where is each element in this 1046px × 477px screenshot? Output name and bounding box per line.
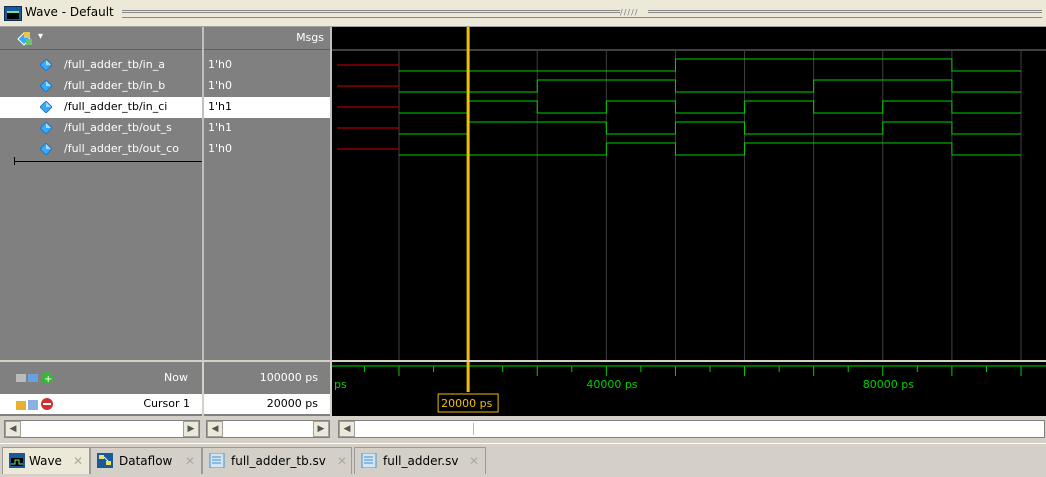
scroll-right-button[interactable]: ▶ [183, 421, 199, 437]
cursor-values-pane: 100000 ps 20000 ps [204, 362, 330, 416]
tab-wave-label: Wave [29, 454, 62, 468]
wave-icon [9, 453, 25, 468]
msgs-column-title: Msgs [296, 31, 324, 44]
signal-trace [399, 79, 1021, 93]
waveform-pane[interactable] [332, 27, 1046, 360]
cursor-status-area: + Now Cursor 1 100000 ps 20000 ps ps 4000… [0, 362, 1046, 416]
names-header: ▾ [0, 27, 202, 50]
window-titlebar[interactable]: Wave - Default ///// [0, 0, 1046, 27]
signal-row[interactable]: /full_adder_tb/out_co [0, 139, 202, 160]
list-end-marker [14, 157, 19, 165]
signal-value-row[interactable]: 1'h1 [204, 97, 330, 118]
signal-diamond-icon [40, 101, 52, 113]
source-file-icon [361, 453, 377, 468]
cursor-1-row[interactable]: Cursor 1 [0, 394, 202, 414]
signal-trace [399, 58, 1021, 72]
signal-diamond-icon [40, 80, 52, 92]
scroll-left-button[interactable]: ◀ [207, 421, 223, 437]
signal-row[interactable]: /full_adder_tb/out_s [0, 118, 202, 139]
signal-value-row[interactable]: 1'h0 [204, 76, 330, 97]
cursor-1-value-row[interactable]: 20000 ps [204, 394, 330, 414]
signal-value: 1'h1 [208, 121, 232, 134]
close-icon[interactable]: ✕ [73, 454, 83, 468]
menu-dropdown-arrow[interactable]: ▾ [38, 31, 43, 42]
signal-name: /full_adder_tb/out_s [64, 121, 172, 134]
ruler-label: ps [334, 378, 347, 391]
close-icon[interactable]: ✕ [469, 454, 479, 468]
title-grip-line [122, 12, 1042, 13]
waveform-header [332, 27, 1046, 49]
signal-name: /full_adder_tb/in_ci [64, 100, 168, 113]
svg-text:+: + [44, 374, 52, 385]
values-header: Msgs [204, 27, 330, 50]
signal-value: 1'h1 [208, 100, 232, 113]
tab-full-adder-sv[interactable]: full_adder.sv ✕ [354, 447, 486, 474]
tab-dataflow[interactable]: Dataflow ✕ [90, 447, 202, 474]
window-title: Wave - Default [25, 5, 114, 19]
signal-row[interactable]: /full_adder_tb/in_a [0, 55, 202, 76]
scrollbar-row: ◀ ▶ ◀ ▶ ◀ [0, 417, 1046, 439]
signal-diamond-icon [40, 59, 52, 71]
signal-names-pane[interactable]: ▾ /full_adder_tb/in_a/full_adder_tb/in_b… [0, 27, 326, 360]
grip-handle-glyph[interactable]: ///// [620, 8, 648, 17]
signal-diamond-icon [40, 122, 52, 134]
signal-value-row[interactable]: 1'h1 [204, 118, 330, 139]
cursor-1-value: 20000 ps [266, 397, 318, 410]
signal-row[interactable]: /full_adder_tb/in_b [0, 76, 202, 97]
close-icon[interactable]: ✕ [185, 454, 195, 468]
close-icon[interactable]: ✕ [337, 454, 347, 468]
scroll-left-button[interactable]: ◀ [339, 421, 355, 437]
signal-value-row[interactable]: 1'h0 [204, 139, 330, 160]
signal-name: /full_adder_tb/in_b [64, 79, 166, 92]
signal-trace [399, 100, 1021, 114]
signal-row[interactable]: /full_adder_tb/in_ci [0, 97, 202, 118]
time-ruler[interactable]: ps 40000 ps 80000 ps 20000 ps [332, 362, 1046, 416]
cursor-lock-remove-icons[interactable] [16, 396, 66, 412]
scroll-left-button[interactable]: ◀ [5, 421, 21, 437]
tab-wave[interactable]: Wave ✕ [2, 447, 90, 474]
signal-value-row[interactable]: 1'h0 [204, 55, 330, 76]
now-value: 100000 ps [259, 371, 318, 384]
tab-full-adder-tb-sv[interactable]: full_adder_tb.sv ✕ [202, 447, 352, 474]
signal-name: /full_adder_tb/in_a [64, 58, 165, 71]
source-file-icon [209, 453, 225, 468]
signal-values-pane[interactable]: Msgs 1'h0 1'h0 1'h1 1'h1 1'h0 [204, 27, 330, 360]
signal-trace [399, 121, 1021, 135]
names-hscrollbar[interactable]: ◀ ▶ [4, 420, 200, 438]
wave-window-icon [4, 6, 22, 21]
layout-menu-icon[interactable] [14, 29, 54, 49]
document-tab-bar: Wave ✕ Dataflow ✕ full_adder_tb.sv ✕ ful… [0, 443, 1046, 477]
signal-trace [399, 142, 1021, 156]
cursor-names-pane: + Now Cursor 1 [0, 362, 202, 416]
scroll-right-button[interactable]: ▶ [313, 421, 329, 437]
dataflow-icon [97, 453, 113, 468]
cursor-1-label: Cursor 1 [143, 397, 190, 410]
ruler-label: 40000 ps [586, 378, 637, 391]
tab-full-adder-sv-label: full_adder.sv [383, 454, 459, 468]
scroll-cursor-marker [473, 423, 474, 435]
values-hscrollbar[interactable]: ◀ ▶ [206, 420, 330, 438]
signal-value: 1'h0 [208, 142, 232, 155]
add-cursor-toolbar-icons[interactable]: + [16, 370, 64, 386]
tab-dataflow-label: Dataflow [119, 454, 173, 468]
waveform-hscrollbar[interactable]: ◀ [338, 420, 1045, 438]
signal-name: /full_adder_tb/out_co [64, 142, 179, 155]
tab-full-adder-tb-sv-label: full_adder_tb.sv [231, 454, 326, 468]
signal-value: 1'h0 [208, 58, 232, 71]
signal-value: 1'h0 [208, 79, 232, 92]
signal-diamond-icon [40, 143, 52, 155]
cursor-time-label: 20000 ps [441, 397, 492, 410]
time-ruler-canvas[interactable]: ps 40000 ps 80000 ps 20000 ps [332, 362, 1046, 416]
ruler-label: 80000 ps [863, 378, 914, 391]
waveform-canvas[interactable] [332, 27, 1046, 360]
now-label: Now [164, 371, 188, 384]
